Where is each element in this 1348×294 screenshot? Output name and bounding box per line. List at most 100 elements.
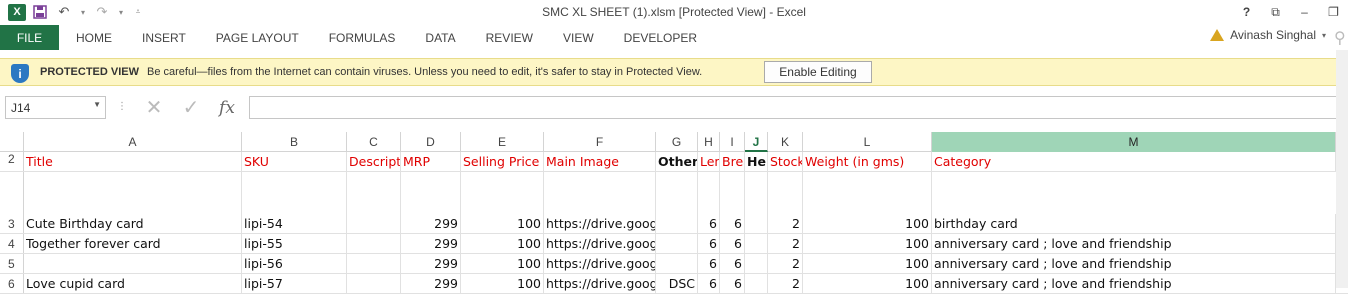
cell-l2[interactable]: Weight (in gms) — [803, 152, 932, 171]
cell-h5[interactable]: 6 — [698, 254, 720, 273]
cell-m3[interactable]: birthday card — [932, 214, 1336, 233]
cell-f6[interactable]: https://drive.google — [544, 274, 656, 293]
cell-l5[interactable]: 100 — [803, 254, 932, 273]
formula-bar-grip-icon[interactable]: ⋮ — [117, 101, 127, 112]
cell-m2[interactable]: Category — [932, 152, 1336, 171]
tab-formulas[interactable]: FORMULAS — [314, 25, 411, 50]
cell-f2[interactable]: Main Image — [544, 152, 656, 171]
user-account[interactable]: Avinash Singhal ▾ — [1210, 28, 1326, 42]
cell-c5[interactable] — [347, 254, 401, 273]
cell-b3[interactable]: lipi-54 — [242, 214, 347, 233]
formula-input[interactable] — [249, 96, 1340, 119]
cell-a3[interactable]: Cute Birthday card — [24, 214, 242, 233]
cell-i6[interactable]: 6 — [720, 274, 745, 293]
cell-b6[interactable]: lipi-57 — [242, 274, 347, 293]
row-header[interactable]: 2 — [0, 152, 24, 171]
cell-e2[interactable]: Selling Price — [461, 152, 544, 171]
cell-h4[interactable]: 6 — [698, 234, 720, 253]
cell-g2[interactable]: Other — [656, 152, 698, 171]
ribbon-display-options-icon[interactable]: ⧉ — [1261, 0, 1290, 24]
cell-i4[interactable]: 6 — [720, 234, 745, 253]
row-header[interactable]: 4 — [0, 234, 24, 253]
cell-k3[interactable]: 2 — [768, 214, 803, 233]
column-header-l[interactable]: L — [803, 132, 932, 152]
tab-developer[interactable]: DEVELOPER — [609, 25, 712, 50]
cell-k2[interactable]: Stock — [768, 152, 803, 171]
column-header-b[interactable]: B — [242, 132, 347, 152]
cell-g6[interactable]: DSC — [656, 274, 698, 293]
help-icon[interactable]: ? — [1232, 0, 1261, 24]
column-header-h[interactable]: H — [698, 132, 720, 152]
tab-home[interactable]: HOME — [61, 25, 127, 50]
tab-file[interactable]: FILE — [0, 25, 59, 50]
cell-k5[interactable]: 2 — [768, 254, 803, 273]
cell-e4[interactable]: 100 — [461, 234, 544, 253]
cell-d5[interactable]: 299 — [401, 254, 461, 273]
tab-page-layout[interactable]: PAGE LAYOUT — [201, 25, 314, 50]
cell-c2[interactable]: Descript — [347, 152, 401, 171]
cell-b2[interactable]: SKU — [242, 152, 347, 171]
cell-b4[interactable]: lipi-55 — [242, 234, 347, 253]
name-box[interactable]: J14 ▼ — [5, 96, 106, 119]
cell-a5[interactable] — [24, 254, 242, 273]
column-header-a[interactable]: A — [24, 132, 242, 152]
cell-j2[interactable]: Hei — [745, 152, 768, 171]
cell-g4[interactable] — [656, 234, 698, 253]
cell-k4[interactable]: 2 — [768, 234, 803, 253]
cell-j4[interactable] — [745, 234, 768, 253]
select-all-corner[interactable] — [0, 132, 24, 152]
cell-f3[interactable]: https://drive.google.com/fil — [544, 214, 656, 233]
cell-c3[interactable] — [347, 214, 401, 233]
cell-l4[interactable]: 100 — [803, 234, 932, 253]
cell-k6[interactable]: 2 — [768, 274, 803, 293]
cell-i2[interactable]: Brea — [720, 152, 745, 171]
tab-view[interactable]: VIEW — [548, 25, 609, 50]
cell-d2[interactable]: MRP — [401, 152, 461, 171]
column-header-j[interactable]: J — [745, 132, 768, 152]
tab-data[interactable]: DATA — [410, 25, 470, 50]
cell-m5[interactable]: anniversary card ; love and friendship — [932, 254, 1336, 273]
row-header[interactable]: 3 — [0, 214, 24, 233]
cancel-icon[interactable]: ✕ — [139, 96, 169, 119]
column-header-f[interactable]: F — [544, 132, 656, 152]
cell-d3[interactable]: 299 — [401, 214, 461, 233]
cell-c6[interactable] — [347, 274, 401, 293]
tab-review[interactable]: REVIEW — [471, 25, 548, 50]
cell-j6[interactable] — [745, 274, 768, 293]
restore-icon[interactable]: ❐ — [1319, 0, 1348, 24]
column-header-e[interactable]: E — [461, 132, 544, 152]
column-header-m[interactable]: M — [932, 132, 1336, 152]
enter-icon[interactable]: ✓ — [176, 96, 206, 119]
column-header-g[interactable]: G — [656, 132, 698, 152]
column-header-d[interactable]: D — [401, 132, 461, 152]
cell-f4[interactable]: https://drive.google.com/fil — [544, 234, 656, 253]
column-header-k[interactable]: K — [768, 132, 803, 152]
cell-e3[interactable]: 100 — [461, 214, 544, 233]
cell-h3[interactable]: 6 — [698, 214, 720, 233]
vertical-scrollbar[interactable] — [1336, 50, 1348, 288]
cell-a6[interactable]: Love cupid card — [24, 274, 242, 293]
cell-f5[interactable]: https://drive.google.com/fil — [544, 254, 656, 273]
cell-a2[interactable]: Title — [24, 152, 242, 171]
column-header-i[interactable]: I — [720, 132, 745, 152]
cell-e6[interactable]: 100 — [461, 274, 544, 293]
cell-g5[interactable] — [656, 254, 698, 273]
cell-d4[interactable]: 299 — [401, 234, 461, 253]
cell-d6[interactable]: 299 — [401, 274, 461, 293]
cell-h6[interactable]: 6 — [698, 274, 720, 293]
cell-l6[interactable]: 100 — [803, 274, 932, 293]
cell-l3[interactable]: 100 — [803, 214, 932, 233]
cell-a4[interactable]: Together forever card — [24, 234, 242, 253]
chevron-down-icon[interactable]: ▼ — [93, 100, 101, 109]
cell-c4[interactable] — [347, 234, 401, 253]
cell-i5[interactable]: 6 — [720, 254, 745, 273]
cell-j5[interactable] — [745, 254, 768, 273]
cell-e5[interactable]: 100 — [461, 254, 544, 273]
enable-editing-button[interactable]: Enable Editing — [764, 61, 872, 83]
row-header[interactable]: 6 — [0, 274, 24, 293]
cell-i3[interactable]: 6 — [720, 214, 745, 233]
cell-m6[interactable]: anniversary card ; love and friendship — [932, 274, 1336, 293]
cell-m4[interactable]: anniversary card ; love and friendship — [932, 234, 1336, 253]
cell-h2[interactable]: Len — [698, 152, 720, 171]
column-header-c[interactable]: C — [347, 132, 401, 152]
